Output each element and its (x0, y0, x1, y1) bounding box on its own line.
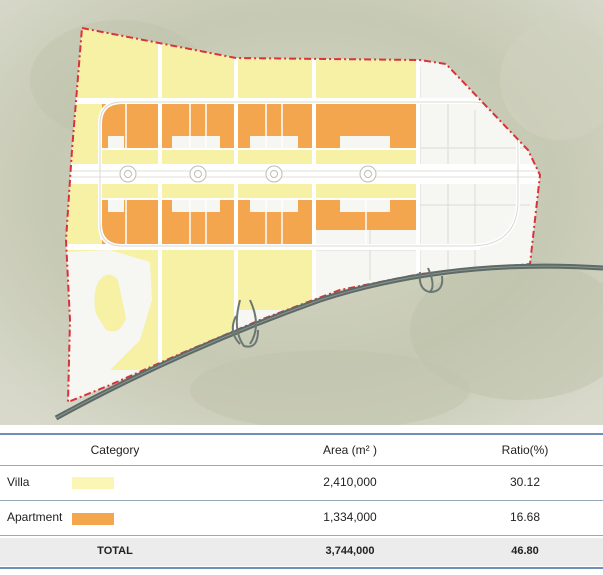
roundabout-icon (359, 165, 377, 183)
road (312, 30, 316, 330)
building-footprint (172, 200, 220, 212)
row-divider (0, 535, 603, 536)
road (100, 148, 418, 150)
table-row: Apartment 1,334,000 16.68 (0, 510, 603, 534)
header-category: Category (90, 443, 140, 457)
roundabout-icon (189, 165, 207, 183)
road (100, 198, 418, 200)
total-area: 3,744,000 (325, 545, 375, 557)
land-use-map (0, 0, 603, 425)
building-footprint (108, 200, 124, 212)
land-use-table: Category Area (m² ) Ratio(%) Villa 2,410… (0, 425, 603, 575)
apartment-swatch (72, 513, 114, 525)
total-label: TOTAL (97, 545, 133, 557)
table-bottom-rule (0, 567, 603, 569)
roundabout-icon (119, 165, 137, 183)
building-footprint (108, 136, 124, 148)
villa-zone (238, 250, 312, 310)
villa-swatch (72, 477, 114, 489)
row-category: Villa (7, 475, 30, 489)
villa-band (100, 184, 418, 198)
villa-band (100, 150, 418, 164)
row-divider (0, 465, 603, 466)
header-ratio: Ratio(%) (501, 443, 549, 457)
building-footprint (340, 136, 390, 148)
villa-zone (316, 60, 416, 98)
building-footprint (250, 200, 298, 212)
building-footprint (250, 136, 298, 148)
building-footprint (172, 136, 220, 148)
row-category: Apartment (7, 510, 63, 524)
row-ratio: 30.12 (509, 475, 541, 489)
table-header-row: Category Area (m² ) Ratio(%) (0, 443, 603, 463)
row-divider (0, 500, 603, 501)
header-area: Area (m² ) (323, 443, 377, 457)
building-footprint (340, 200, 390, 212)
table-total-row: TOTAL 3,744,000 46.80 (0, 538, 603, 566)
row-area: 1,334,000 (323, 510, 377, 524)
table-row: Villa 2,410,000 30.12 (0, 475, 603, 499)
villa-zone (238, 55, 312, 98)
row-ratio: 16.68 (509, 510, 541, 524)
table-top-rule (0, 433, 603, 435)
total-ratio: 46.80 (511, 545, 539, 557)
site-plan-svg (0, 0, 603, 425)
roundabout-icon (265, 165, 283, 183)
row-area: 2,410,000 (323, 475, 377, 489)
road (416, 30, 420, 290)
